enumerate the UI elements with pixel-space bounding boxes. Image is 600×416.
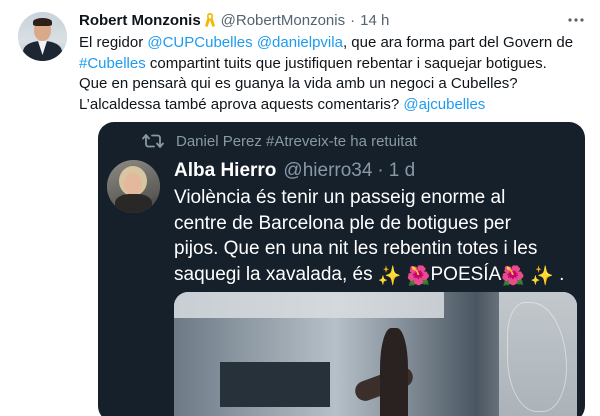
text-segment: . [553,263,565,285]
mention-cupcubelles-link[interactable]: @CUPCubelles [147,34,252,51]
yellow-ribbon-icon [204,12,216,28]
author-handle[interactable]: @RobertMonzonis [221,12,345,29]
tweet-text-line: L’alcaldessa també aprova aquests coment… [79,95,589,116]
text-segment: Que en pensarà qui es guanya la vida amb… [79,75,518,92]
tweet-text-line: #Cubelles compartint tuits que justifiqu… [79,54,589,75]
hibiscus-icon: 🌺 [406,265,431,287]
more-options-icon[interactable] [566,10,586,30]
sparkles-icon: ✨ [530,265,554,287]
separator-dot: · [377,160,384,181]
text-segment: , que ara forma part del Govern de [342,34,574,51]
quoted-tweet-text: Violència és tenir un passeig enorme al … [174,185,579,289]
retweet-context: Daniel Perez #Atreveix-te ha retuitat [142,132,417,150]
embedded-tweet-screenshot[interactable]: Daniel Perez #Atreveix-te ha retuitat Al… [98,122,585,416]
quoted-tweet-header: Alba Hierro @hierro34 · 1 d [174,160,415,182]
tweet-timestamp[interactable]: 14 h [360,12,389,29]
quoted-author-handle: @hierro34 [283,160,373,181]
quoted-text-line: saquegi la xavalada, és ✨ 🌺POESÍA🌺 ✨ . [174,262,579,290]
tweet[interactable]: Robert Monzonis @RobertMonzonis · 14 h E… [0,0,600,416]
hibiscus-icon: 🌺 [501,265,525,287]
quoted-author-name: Alba Hierro [174,160,277,181]
tweet-text: El regidor @CUPCubelles @danielpvila, qu… [79,33,589,115]
mention-danielpvila-link[interactable]: @danielpvila [257,34,343,51]
sparkles-icon: ✨ [377,265,402,287]
text-segment: compartint tuits que justifiquen rebenta… [145,54,547,72]
author-name[interactable]: Robert Monzonis [79,12,201,29]
quoted-text-line: Violència és tenir un passeig enorme al [174,187,506,208]
retweet-label: Daniel Perez #Atreveix-te ha retuitat [176,132,417,150]
quoted-author-avatar [107,160,160,213]
poesia-word: POESÍA [430,263,502,285]
author-avatar[interactable] [18,12,67,61]
quoted-tweet-photo [174,292,577,416]
separator-dot: · [350,11,356,29]
tweet-header: Robert Monzonis @RobertMonzonis · 14 h [79,10,389,30]
quoted-text-line: pijos. Que en una nit les rebentin totes… [174,238,538,259]
tweet-text-line: Que en pensarà qui es guanya la vida amb… [79,74,589,95]
text-segment: L’alcaldessa també aprova aquests coment… [79,95,404,113]
text-segment: saquegi la xavalada, és [174,263,378,285]
quoted-text-line: centre de Barcelona ple de botigues per [174,212,511,234]
quoted-tweet-timestamp: 1 d [388,160,416,181]
retweet-icon [142,134,164,148]
hashtag-cubelles-link[interactable]: #Cubelles [79,55,146,72]
mention-ajcubelles-link[interactable]: @ajcubelles [403,96,485,113]
text-segment: El regidor [79,34,148,51]
tweet-text-line: El regidor @CUPCubelles @danielpvila, qu… [79,33,589,54]
